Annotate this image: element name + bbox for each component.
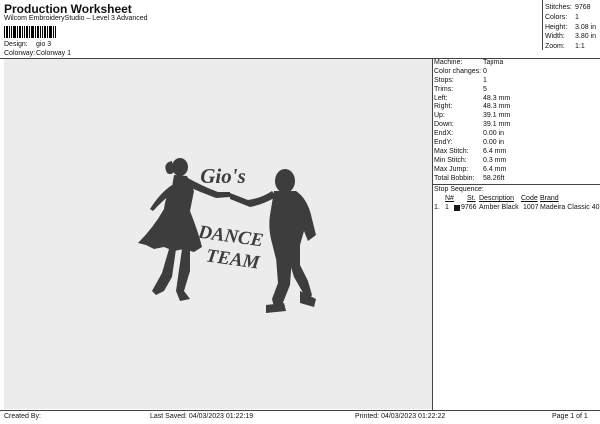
design-value: gio 3	[36, 41, 52, 48]
summary-colors: Colors: 1	[545, 13, 579, 21]
prop-total-bobbin: Total Bobbin: 58.26ft	[434, 174, 505, 182]
prop-up: Up: 39.1 mm	[434, 112, 511, 120]
worksheet-title: Production Worksheet	[4, 2, 132, 16]
summary-width: Width: 3.80 in	[545, 33, 597, 41]
software-subtitle: Wilcom EmbroideryStudio – Level 3 Advanc…	[4, 15, 148, 22]
barcode	[4, 26, 56, 38]
stop-sequence-title: Stop Sequence:	[434, 186, 484, 193]
footer-last-saved: Last Saved: 04/03/2023 01:22:19	[150, 413, 254, 420]
row-code: 1007	[523, 204, 539, 211]
summary-zoom: Zoom: 1:1	[545, 43, 585, 51]
col-description: Description	[479, 195, 515, 202]
prop-right: Right: 48.3 mm	[434, 103, 511, 111]
row-brand: Madeira Classic 40	[540, 204, 600, 211]
prop-color-changes: Color changes: 0	[434, 67, 487, 75]
row-description: Amber Black	[479, 204, 519, 211]
prop-endy: EndY: 0.00 in	[434, 139, 505, 147]
props-divider	[433, 184, 600, 185]
footer-page: Page 1 of 1	[552, 413, 588, 420]
col-st: St.	[467, 195, 476, 202]
design-preview: Gio's DANCE TEAM	[4, 59, 432, 409]
summary-height: Height: 3.08 in	[545, 23, 597, 31]
summary-stitches: Stitches: 9768	[545, 4, 591, 11]
prop-left: Left: 48.3 mm	[434, 94, 511, 102]
colorway-label: Colorway:	[4, 50, 36, 57]
summary-box: Stitches: 9768 Colors: 1 Height: 3.08 in Wi…	[545, 3, 596, 52]
col-code: Code	[521, 195, 538, 202]
thread-color-swatch	[454, 205, 460, 211]
prop-min-stitch: Min Stitch: 0.3 mm	[434, 156, 507, 164]
stop-sequence-table: N# St. Description Code Brand 1. 1 9766 …	[434, 195, 600, 215]
design-row: Design: gio 3	[4, 41, 51, 48]
design-text-dance: DANCE	[196, 221, 265, 251]
row-n: 1	[445, 204, 449, 211]
row-index: 1.	[434, 204, 440, 211]
row-st: 9766	[461, 204, 477, 211]
design-label: Design:	[4, 41, 28, 48]
prop-endx: EndX: 0.00 in	[434, 130, 505, 138]
prop-max-stitch: Max Stitch: 6.4 mm	[434, 147, 507, 155]
design-text-gios: Gio's	[200, 164, 246, 188]
prop-trims: Trims: 5	[434, 85, 487, 93]
footer-divider	[0, 410, 600, 411]
colorway-value: Colorway 1	[36, 50, 72, 57]
col-n: N#	[445, 195, 454, 202]
prop-machine: Machine: Tajima	[434, 59, 504, 66]
footer-printed: Printed: 04/03/2023 01:22:22	[355, 413, 446, 420]
panel-divider	[432, 58, 433, 410]
machine-properties: Machine: Tajima Color changes: 0 Stops: 1 T…	[434, 59, 510, 183]
embroidery-design: Gio's DANCE TEAM	[138, 158, 316, 313]
colorway-row: Colorway:Colorway 1	[4, 50, 71, 57]
footer-created-by: Created By:	[4, 413, 41, 420]
prop-stops: Stops: 1	[434, 76, 487, 84]
summary-divider	[542, 0, 543, 50]
prop-down: Down: 39.1 mm	[434, 121, 511, 129]
col-brand: Brand	[540, 195, 559, 202]
prop-max-jump: Max Jump: 6.4 mm	[434, 165, 507, 173]
